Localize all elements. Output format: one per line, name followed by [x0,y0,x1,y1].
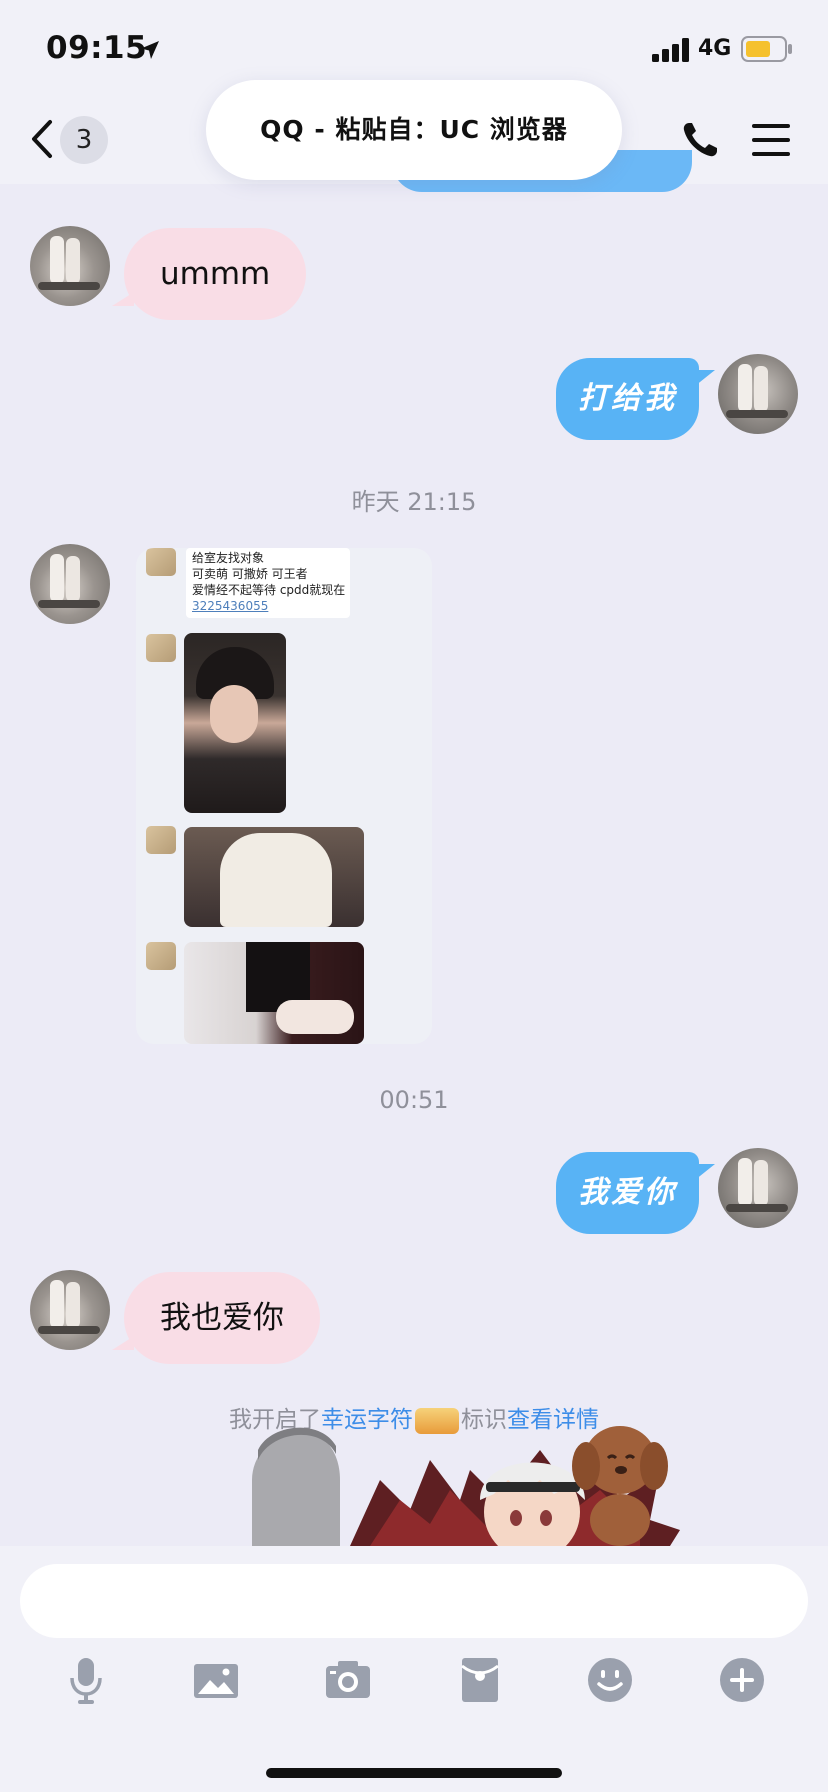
status-time: 09:15 [46,30,148,66]
screenshot-avatar [146,548,176,576]
note-line: 爱情经不起等待 cpdd就现在 [192,583,346,597]
menu-icon[interactable] [752,122,790,158]
network-type: 4G [698,36,732,61]
screenshot-photo [184,633,286,813]
paste-notification-banner[interactable]: QQ - 粘贴自：UC 浏览器 [206,80,622,180]
screenshot-photo [184,942,364,1044]
unread-count-badge[interactable]: 3 [60,116,108,164]
my-avatar[interactable] [718,1148,798,1228]
location-arrow-icon [141,41,159,59]
outgoing-message-bubble[interactable]: 打给我 [556,358,715,440]
screenshot-avatar [146,942,176,970]
note-line: 可卖萌 可撒娇 可王者 [192,567,308,581]
note-line: 给室友找对象 [192,551,265,565]
note-qq-number: 3225436055 [192,599,269,613]
screenshot-avatar [146,826,176,854]
character-sticker-pendant[interactable] [240,1420,740,1546]
cellular-signal-icon [652,38,689,62]
contact-avatar[interactable] [30,226,110,306]
image-message[interactable]: 给室友找对象 可卖萌 可撒娇 可王者 爱情经不起等待 cpdd就现在 32254… [136,548,432,1044]
my-avatar[interactable] [718,354,798,434]
message-timestamp: 00:51 [379,1086,449,1114]
incoming-message-bubble[interactable]: ummm [111,228,307,320]
red-packet-icon[interactable] [456,1656,504,1704]
back-chevron-icon[interactable] [28,118,58,160]
home-indicator[interactable] [266,1768,562,1778]
emoji-icon[interactable] [586,1656,634,1704]
plus-icon[interactable] [718,1656,766,1704]
message-timestamp: 昨天 21:15 [351,488,477,516]
outgoing-message-bubble[interactable]: 我爱你 [556,1152,715,1234]
microphone-icon[interactable] [62,1656,110,1704]
incoming-message-bubble[interactable]: 我也爱你 [112,1272,320,1364]
message-input[interactable] [20,1564,808,1638]
battery-icon [741,36,792,62]
screenshot-photo [184,827,364,927]
screenshot-avatar [146,634,176,662]
status-bar: 09:15 4G [0,0,828,92]
contact-avatar[interactable] [30,1270,110,1350]
camera-icon[interactable] [324,1656,372,1704]
screenshot-text-note: 给室友找对象 可卖萌 可撒娇 可王者 爱情经不起等待 cpdd就现在 32254… [186,548,350,618]
message-input-area [0,1546,828,1792]
contact-avatar[interactable] [30,544,110,624]
image-icon[interactable] [192,1656,240,1704]
